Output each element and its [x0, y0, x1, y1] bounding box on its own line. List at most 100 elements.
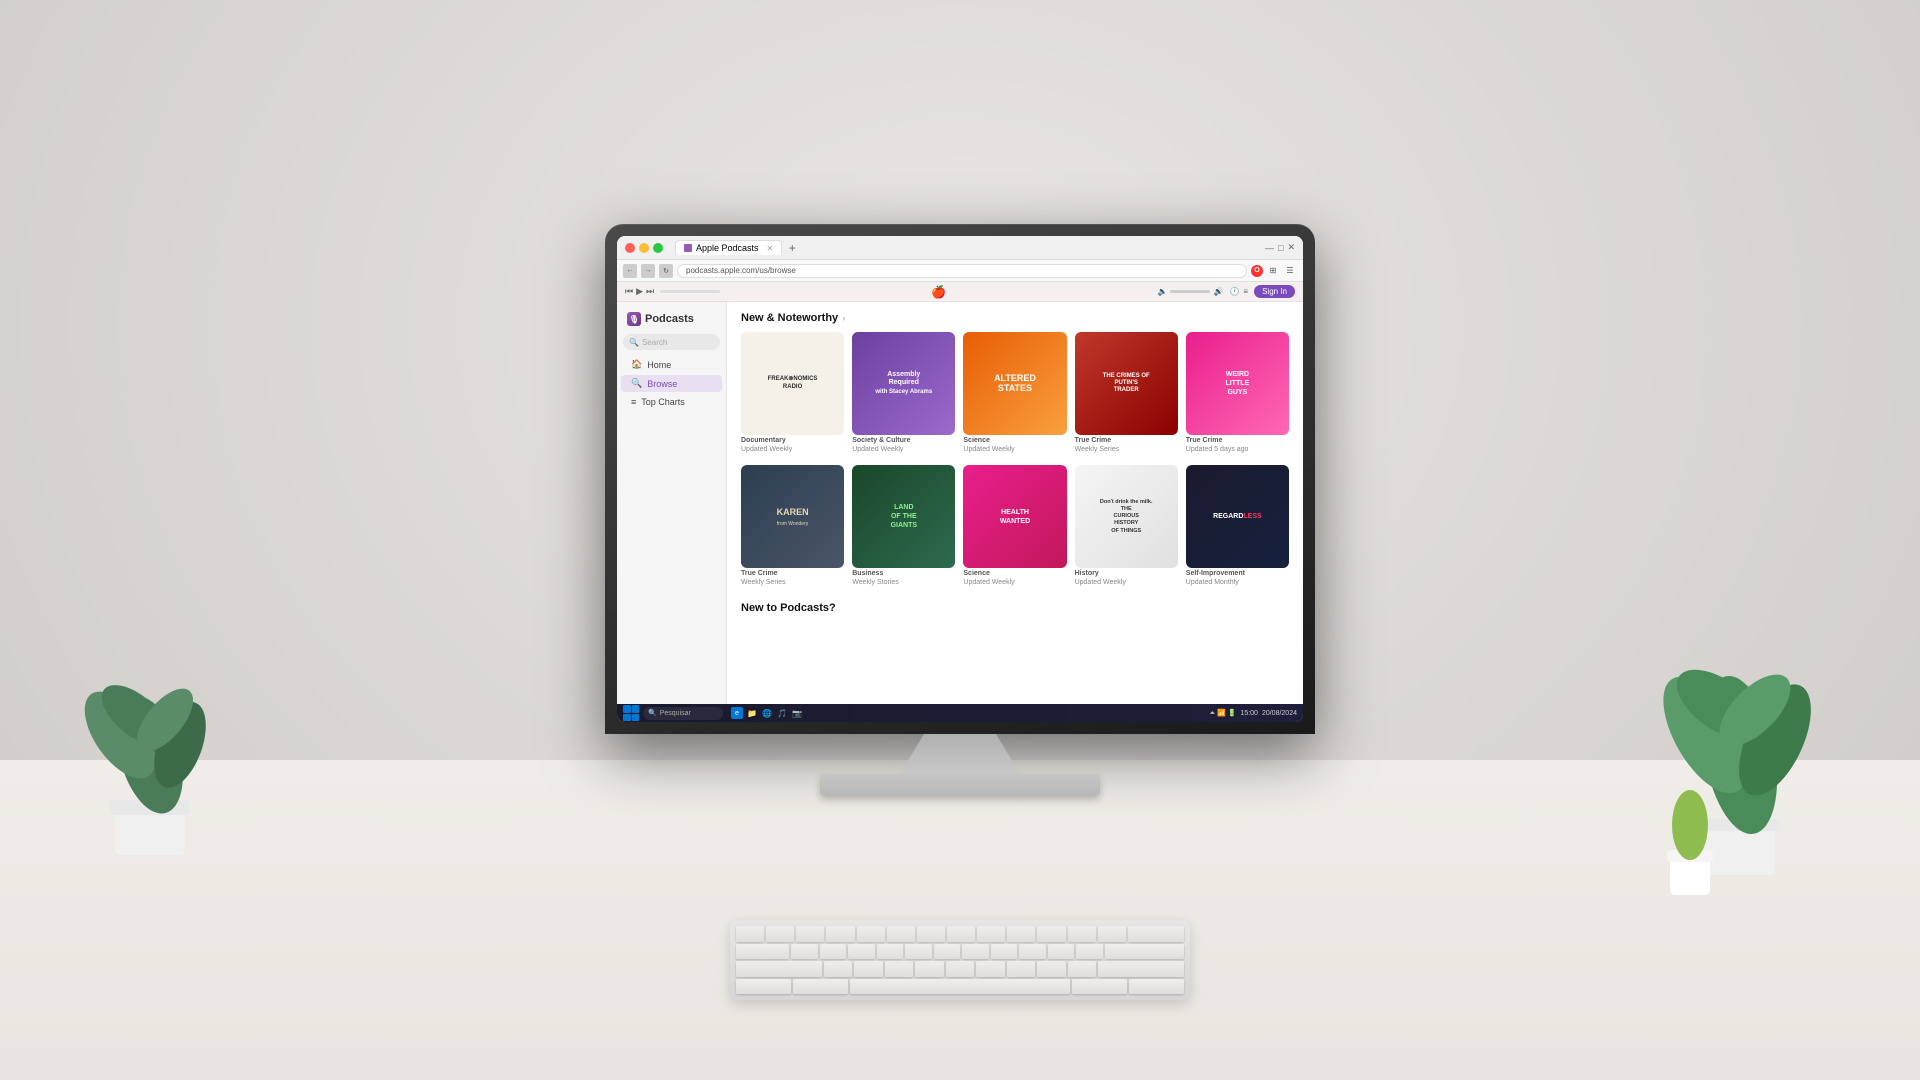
- podcast-card-regardless[interactable]: REGARDLESS Self-Improvement Updated Mont…: [1186, 465, 1289, 586]
- history-btn[interactable]: ☰: [1283, 264, 1297, 278]
- key[interactable]: [976, 961, 1005, 977]
- key[interactable]: [1098, 926, 1126, 942]
- sidebar-item-browse[interactable]: 🔍 Browse: [621, 375, 722, 392]
- key[interactable]: [1068, 926, 1096, 942]
- window-close-icon[interactable]: ✕: [1287, 242, 1295, 253]
- key[interactable]: [947, 926, 975, 942]
- key[interactable]: [915, 961, 944, 977]
- new-tab-btn[interactable]: +: [784, 240, 800, 256]
- app-icon-1[interactable]: 🎵: [776, 707, 788, 719]
- forward-btn[interactable]: →: [641, 264, 655, 278]
- key[interactable]: [962, 944, 989, 960]
- key[interactable]: [824, 961, 853, 977]
- back-btn[interactable]: ←: [623, 264, 637, 278]
- key[interactable]: [1007, 961, 1036, 977]
- taskbar-search[interactable]: 🔍 Pesquisar: [643, 707, 723, 720]
- health-category: Science: [963, 570, 1066, 577]
- section-arrow[interactable]: ›: [842, 313, 845, 323]
- key[interactable]: [905, 944, 932, 960]
- putins-freq: Weekly Series: [1075, 446, 1178, 453]
- browser-title-bar: Apple Podcasts ✕ + — □ ✕: [617, 236, 1303, 260]
- extensions-btn[interactable]: ⊞: [1266, 264, 1280, 278]
- media-progress[interactable]: [660, 290, 720, 293]
- key[interactable]: [1019, 944, 1046, 960]
- fast-forward-btn[interactable]: ⏭: [646, 286, 654, 297]
- key[interactable]: [766, 926, 794, 942]
- spacebar[interactable]: [850, 979, 1070, 995]
- podcast-card-freakonomics[interactable]: FREAK⊗NOMICSRADIO Documentary Updated We…: [741, 332, 844, 453]
- key[interactable]: [793, 979, 848, 995]
- app-content: 🎙 Podcasts 🔍 Search 🏠 Home 🔍 Browse: [617, 302, 1303, 704]
- folder-icon[interactable]: 📁: [746, 707, 758, 719]
- key[interactable]: [1007, 926, 1035, 942]
- key[interactable]: [857, 926, 885, 942]
- window-maximize-btn[interactable]: [653, 243, 663, 253]
- windows-start-btn[interactable]: [623, 705, 639, 721]
- tab-close-icon[interactable]: ✕: [767, 244, 774, 253]
- key[interactable]: [1037, 926, 1065, 942]
- volume-slider[interactable]: [1170, 290, 1210, 293]
- browser-actions: O ⊞ ☰: [1251, 264, 1297, 278]
- podcast-card-putins[interactable]: THE CRIMES OFPUTIN'STRADER True Crime We…: [1075, 332, 1178, 453]
- key[interactable]: [791, 944, 818, 960]
- key[interactable]: [991, 944, 1018, 960]
- podcast-card-altered[interactable]: ALTEREDSTATES Science Updated Weekly: [963, 332, 1066, 453]
- assembly-art-text: AssemblyRequiredwith Stacey Abrams: [872, 368, 935, 399]
- sign-in-btn[interactable]: Sign In: [1254, 285, 1295, 298]
- key[interactable]: [887, 926, 915, 942]
- key[interactable]: [946, 961, 975, 977]
- key[interactable]: [917, 926, 945, 942]
- key[interactable]: [820, 944, 847, 960]
- key[interactable]: [1037, 961, 1066, 977]
- key[interactable]: [1098, 961, 1184, 977]
- podcast-card-weird[interactable]: WEIRDLITTLEGUYS True Crime Updated 5 day…: [1186, 332, 1289, 453]
- key[interactable]: [1105, 944, 1185, 960]
- window-minimize-icon[interactable]: —: [1265, 243, 1274, 253]
- opera-icon[interactable]: O: [1251, 265, 1263, 277]
- key[interactable]: [1068, 961, 1097, 977]
- key[interactable]: [1129, 979, 1184, 995]
- curious-art-text: Don't drink the milk.THECURIOUSHISTORYOF…: [1097, 496, 1156, 538]
- key[interactable]: [1048, 944, 1075, 960]
- key[interactable]: [826, 926, 854, 942]
- sidebar-item-home[interactable]: 🏠 Home: [621, 356, 722, 373]
- list-icon[interactable]: ≡: [1243, 287, 1248, 296]
- play-btn[interactable]: ▶: [636, 286, 643, 297]
- active-tab[interactable]: Apple Podcasts ✕: [675, 240, 782, 255]
- edge-icon[interactable]: e: [731, 707, 743, 719]
- window-minimize-btn[interactable]: [639, 243, 649, 253]
- clock-icon[interactable]: 🕐: [1229, 287, 1239, 296]
- podcast-card-land[interactable]: LANDOF THEGIANTS Business Weekly Stories: [852, 465, 955, 586]
- key[interactable]: [977, 926, 1005, 942]
- refresh-btn[interactable]: ↻: [659, 264, 673, 278]
- key[interactable]: [854, 961, 883, 977]
- key[interactable]: [736, 944, 789, 960]
- key[interactable]: [885, 961, 914, 977]
- sidebar-item-top-charts[interactable]: ≡ Top Charts: [621, 394, 722, 410]
- key[interactable]: [1128, 926, 1184, 942]
- key[interactable]: [796, 926, 824, 942]
- key[interactable]: [736, 926, 764, 942]
- podcast-card-health[interactable]: HEALTHWANTED Science Updated Weekly: [963, 465, 1066, 586]
- app-icon-2[interactable]: 📷: [791, 707, 803, 719]
- podcast-card-karen[interactable]: KARENfrom Wondery True Crime Weekly Seri…: [741, 465, 844, 586]
- sidebar: 🎙 Podcasts 🔍 Search 🏠 Home 🔍 Browse: [617, 302, 727, 704]
- altered-category: Science: [963, 437, 1066, 444]
- key[interactable]: [1072, 979, 1127, 995]
- window-close-btn[interactable]: [625, 243, 635, 253]
- podcast-card-assembly[interactable]: AssemblyRequiredwith Stacey Abrams Socie…: [852, 332, 955, 453]
- window-maximize-icon[interactable]: □: [1278, 243, 1283, 253]
- rewind-btn[interactable]: ⏮: [625, 286, 633, 297]
- key[interactable]: [848, 944, 875, 960]
- chrome-icon[interactable]: 🌐: [761, 707, 773, 719]
- podcast-card-curious[interactable]: Don't drink the milk.THECURIOUSHISTORYOF…: [1075, 465, 1178, 586]
- sidebar-search[interactable]: 🔍 Search: [623, 334, 720, 350]
- key[interactable]: [1076, 944, 1103, 960]
- key[interactable]: [934, 944, 961, 960]
- key[interactable]: [877, 944, 904, 960]
- key[interactable]: [736, 979, 791, 995]
- key[interactable]: [736, 961, 822, 977]
- sidebar-home-label: Home: [647, 360, 671, 370]
- address-bar[interactable]: podcasts.apple.com/us/browse: [677, 264, 1247, 278]
- taskbar-app-icons: e 📁 🌐 🎵 📷: [731, 707, 803, 719]
